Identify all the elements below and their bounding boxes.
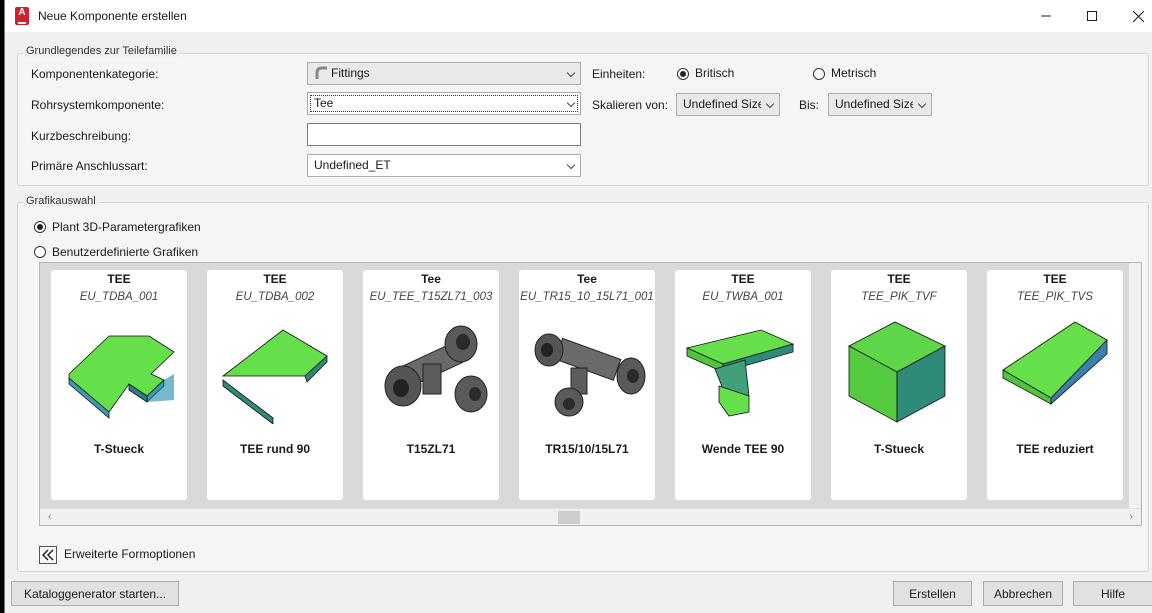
erweiterte-formoptionen-label[interactable]: Erweiterte Formoptionen [64, 547, 195, 561]
tee-flat-shape-icon [68, 335, 175, 419]
abbrechen-button[interactable]: Abbrechen [983, 581, 1063, 606]
einheiten-metrisch-label[interactable]: Metrisch [831, 66, 876, 80]
maximize-icon [1087, 11, 1097, 21]
scroll-right-icon[interactable]: › [1129, 511, 1133, 523]
graphic-card[interactable]: TEE EU_TWBA_001 Wende TEE 90 [675, 270, 811, 500]
kurzbeschreibung-input[interactable] [307, 123, 581, 146]
minimize-icon [1041, 15, 1051, 17]
card-name: T-Stueck [873, 442, 924, 456]
card-subtitle: EU_TR15_10_15L71_001 [520, 291, 654, 303]
tee-round-shape-icon [221, 329, 328, 424]
anschlussart-label: Primäre Anschlussart: [31, 159, 148, 173]
card-subtitle: EU_TDBA_001 [79, 291, 159, 303]
card-name: T-Stueck [93, 442, 144, 456]
rohrsystemkomponente-label: Rohrsystemkomponente: [31, 98, 165, 112]
card-name: TEE reduziert [1016, 442, 1094, 456]
gallery-horizontal-scrollbar[interactable]: ‹ › [40, 508, 1141, 525]
hilfe-button[interactable]: Hilfe [1073, 581, 1152, 606]
card-name: Wende TEE 90 [701, 442, 785, 456]
graphic-card[interactable]: TEE EU_TDBA_001 T-Stueck [51, 270, 187, 500]
card-name: TR15/10/15L71 [545, 442, 629, 456]
einheiten-metrisch-radio[interactable] [813, 68, 825, 80]
card-subtitle: EU_TEE_T15ZL71_003 [369, 291, 493, 303]
chevron-down-icon [765, 99, 775, 109]
kataloggenerator-button[interactable]: Kataloggenerator starten... [11, 581, 179, 606]
card-title: TEE [263, 272, 287, 286]
fitting-category-icon [315, 66, 327, 79]
maximize-button[interactable] [1069, 0, 1115, 32]
card-title: TEE [731, 272, 755, 286]
card-name: TEE rund 90 [239, 442, 310, 456]
window-title: Neue Komponente erstellen [38, 9, 187, 23]
graphic-card[interactable]: TEE TEE_PIK_TVS TEE reduziert [987, 270, 1123, 500]
card-title: TEE [887, 272, 911, 286]
scroll-thumb[interactable] [558, 511, 580, 524]
graphics-gallery[interactable]: TEE EU_TDBA_001 T-Stueck TEE EU_TDBA_002… [39, 262, 1142, 526]
chevron-down-icon [917, 99, 927, 109]
einheiten-britisch-radio[interactable] [677, 68, 689, 80]
card-title: TEE [1043, 272, 1067, 286]
einheiten-label: Einheiten: [592, 67, 646, 81]
komponentenkategorie-value: Fittings [331, 66, 370, 80]
einheiten-britisch-label[interactable]: Britisch [695, 66, 734, 80]
title-bar: A Neue Komponente erstellen [5, 0, 1152, 32]
expand-options-button[interactable] [39, 546, 57, 564]
card-subtitle: TEE_PIK_TVS [1016, 291, 1094, 303]
komponentenkategorie-combo[interactable]: Fittings [307, 62, 581, 85]
card-title: Tee [421, 272, 441, 286]
plant-grafiken-label[interactable]: Plant 3D-Parametergrafiken [52, 220, 201, 234]
autocad-plant-icon: A [15, 7, 29, 25]
card-subtitle: EU_TDBA_002 [235, 291, 315, 303]
screw-fitting-icon [384, 325, 488, 413]
graphic-card[interactable]: Tee EU_TR15_10_15L71_001 TR15/10/15L71 [519, 270, 655, 500]
reducing-fitting-icon [534, 333, 646, 417]
anschlussart-combo[interactable]: Undefined_ET [307, 154, 581, 177]
group-grundlegendes [17, 53, 1149, 186]
chevron-down-icon [566, 160, 576, 170]
cube-shape-icon [848, 321, 946, 423]
skalieren-label: Skalieren von: [592, 98, 669, 112]
card-subtitle: TEE_PIK_TVF [861, 291, 937, 303]
rohrsystemkomponente-combo[interactable]: Tee [307, 92, 581, 115]
bis-combo[interactable]: Undefined Size [828, 93, 932, 116]
komponentenkategorie-label: Komponentenkategorie: [31, 67, 159, 81]
benutzer-grafiken-label[interactable]: Benutzerdefinierte Grafiken [52, 245, 198, 259]
group-grundlegendes-label: Grundlegendes zur Teilefamilie [23, 45, 180, 57]
graphic-card[interactable]: TEE TEE_PIK_TVF T-Stueck [831, 270, 967, 500]
skalieren-value: Undefined Size [683, 97, 761, 111]
card-title: TEE [107, 272, 131, 286]
gallery-vertical-scrollbar[interactable] [1129, 263, 1141, 509]
bis-value: Undefined Size [835, 97, 913, 111]
card-title: Tee [577, 272, 597, 286]
double-chevron-left-icon [42, 549, 54, 561]
wende-tee-shape-icon [685, 329, 795, 417]
card-name: T15ZL71 [406, 442, 456, 456]
scroll-left-icon[interactable]: ‹ [48, 511, 52, 523]
skalieren-combo[interactable]: Undefined Size [676, 93, 780, 116]
bis-label: Bis: [799, 98, 820, 112]
dialog-window: A Neue Komponente erstellen Grundlegende… [4, 0, 1152, 613]
reducer-shape-icon [1002, 321, 1108, 405]
close-button[interactable] [1115, 0, 1152, 32]
kurzbeschreibung-label: Kurzbeschreibung: [31, 129, 132, 143]
erstellen-button[interactable]: Erstellen [893, 581, 972, 606]
plant-grafiken-radio[interactable] [34, 221, 46, 233]
anschlussart-value: Undefined_ET [314, 158, 391, 172]
minimize-button[interactable] [1023, 0, 1069, 32]
graphic-card[interactable]: TEE EU_TDBA_002 TEE rund 90 [207, 270, 343, 500]
chevron-down-icon [566, 68, 576, 78]
group-grafikauswahl-label: Grafikauswahl [23, 195, 99, 207]
graphic-card[interactable]: Tee EU_TEE_T15ZL71_003 T15ZL71 [363, 270, 499, 500]
close-icon [1132, 10, 1144, 22]
benutzer-grafiken-radio[interactable] [34, 246, 46, 258]
card-subtitle: EU_TWBA_001 [702, 291, 784, 303]
